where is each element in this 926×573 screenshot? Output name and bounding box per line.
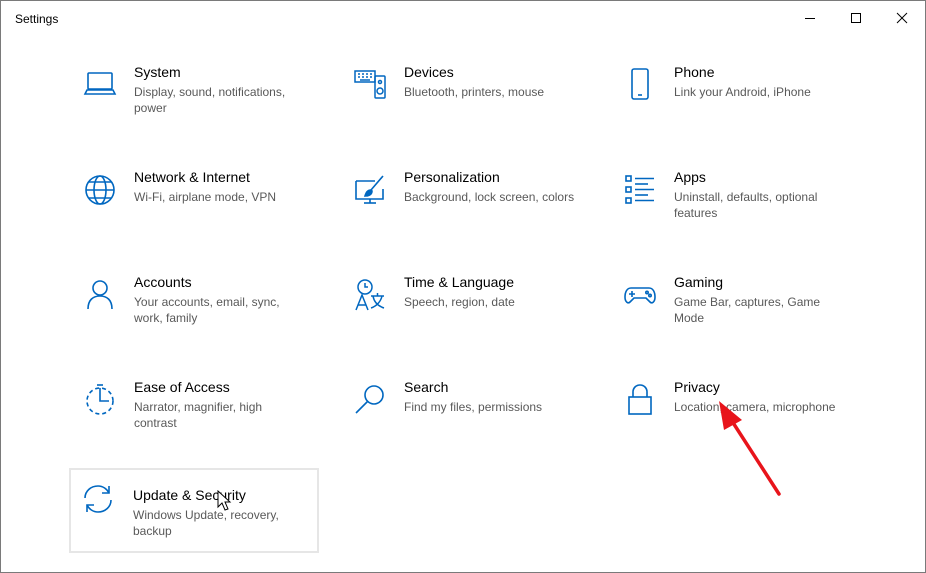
category-description: Background, lock screen, colors: [404, 190, 575, 204]
person-icon: [83, 278, 117, 312]
category-description: Uninstall, defaults, optional features: [674, 190, 818, 220]
category-description: Find my files, permissions: [404, 400, 543, 414]
category-name: Phone: [674, 64, 715, 80]
category-name: Time & Language: [404, 274, 514, 290]
category-ease-of-access[interactable]: Ease of Access Narrator, magnifier, high…: [71, 379, 321, 465]
category-network-internet[interactable]: Network & Internet Wi-Fi, airplane mode,…: [71, 169, 321, 255]
category-accounts[interactable]: Accounts Your accounts, email, sync, wor…: [71, 274, 321, 360]
title-bar[interactable]: Settings: [1, 1, 925, 35]
keyboard-speaker-icon: [353, 68, 387, 102]
category-name: Devices: [404, 64, 454, 80]
category-name: Network & Internet: [134, 169, 250, 185]
phone-icon: [623, 68, 657, 102]
category-name: Gaming: [674, 274, 724, 290]
category-description: Your accounts, email, sync, work, family: [134, 295, 280, 325]
category-phone[interactable]: Phone Link your Android, iPhone: [611, 64, 861, 150]
minimize-button[interactable]: [787, 1, 833, 35]
gamepad-icon: [623, 278, 657, 312]
category-name: Accounts: [134, 274, 192, 290]
mouse-pointer-icon: [217, 490, 232, 511]
category-devices[interactable]: Devices Bluetooth, printers, mouse: [341, 64, 591, 150]
category-name: System: [134, 64, 181, 80]
category-description: Game Bar, captures, Game Mode: [674, 295, 821, 325]
time-language-icon: [353, 278, 387, 312]
category-description: Speech, region, date: [404, 295, 515, 309]
lock-icon: [623, 383, 657, 417]
category-update-security[interactable]: Update & Security Windows Update, recove…: [69, 468, 319, 553]
category-description: Wi-Fi, airplane mode, VPN: [134, 190, 277, 204]
globe-icon: [83, 173, 117, 207]
category-description: Display, sound, notifications, power: [134, 85, 286, 115]
maximize-icon: [851, 13, 861, 23]
laptop-icon: [83, 68, 117, 102]
close-icon: [896, 12, 908, 24]
category-time-language[interactable]: Time & Language Speech, region, date: [341, 274, 591, 360]
paintbrush-icon: [353, 173, 387, 207]
sync-icon: [81, 482, 115, 516]
maximize-button[interactable]: [833, 1, 879, 35]
category-description: Narrator, magnifier, high contrast: [134, 400, 263, 430]
category-system[interactable]: System Display, sound, notifications, po…: [71, 64, 321, 150]
ease-of-access-icon: [83, 383, 117, 417]
category-personalization[interactable]: Personalization Background, lock screen,…: [341, 169, 591, 255]
category-name: Ease of Access: [134, 379, 230, 395]
category-apps[interactable]: Apps Uninstall, defaults, optional featu…: [611, 169, 861, 255]
category-gaming[interactable]: Gaming Game Bar, captures, Game Mode: [611, 274, 861, 360]
category-name: Personalization: [404, 169, 500, 185]
close-button[interactable]: [879, 1, 925, 35]
category-description: Bluetooth, printers, mouse: [404, 85, 545, 99]
window-title: Settings: [15, 12, 59, 26]
settings-window: Settings System Display, sound, notifica…: [0, 0, 926, 573]
category-privacy[interactable]: Privacy Location, camera, microphone: [611, 379, 861, 465]
category-search[interactable]: Search Find my files, permissions: [341, 379, 591, 465]
category-description: Location, camera, microphone: [674, 400, 836, 414]
category-name: Search: [404, 379, 449, 395]
category-name: Apps: [674, 169, 706, 185]
search-icon: [353, 383, 387, 417]
apps-list-icon: [623, 173, 657, 207]
category-description: Link your Android, iPhone: [674, 85, 811, 99]
category-name: Privacy: [674, 379, 720, 395]
minimize-icon: [805, 18, 815, 19]
